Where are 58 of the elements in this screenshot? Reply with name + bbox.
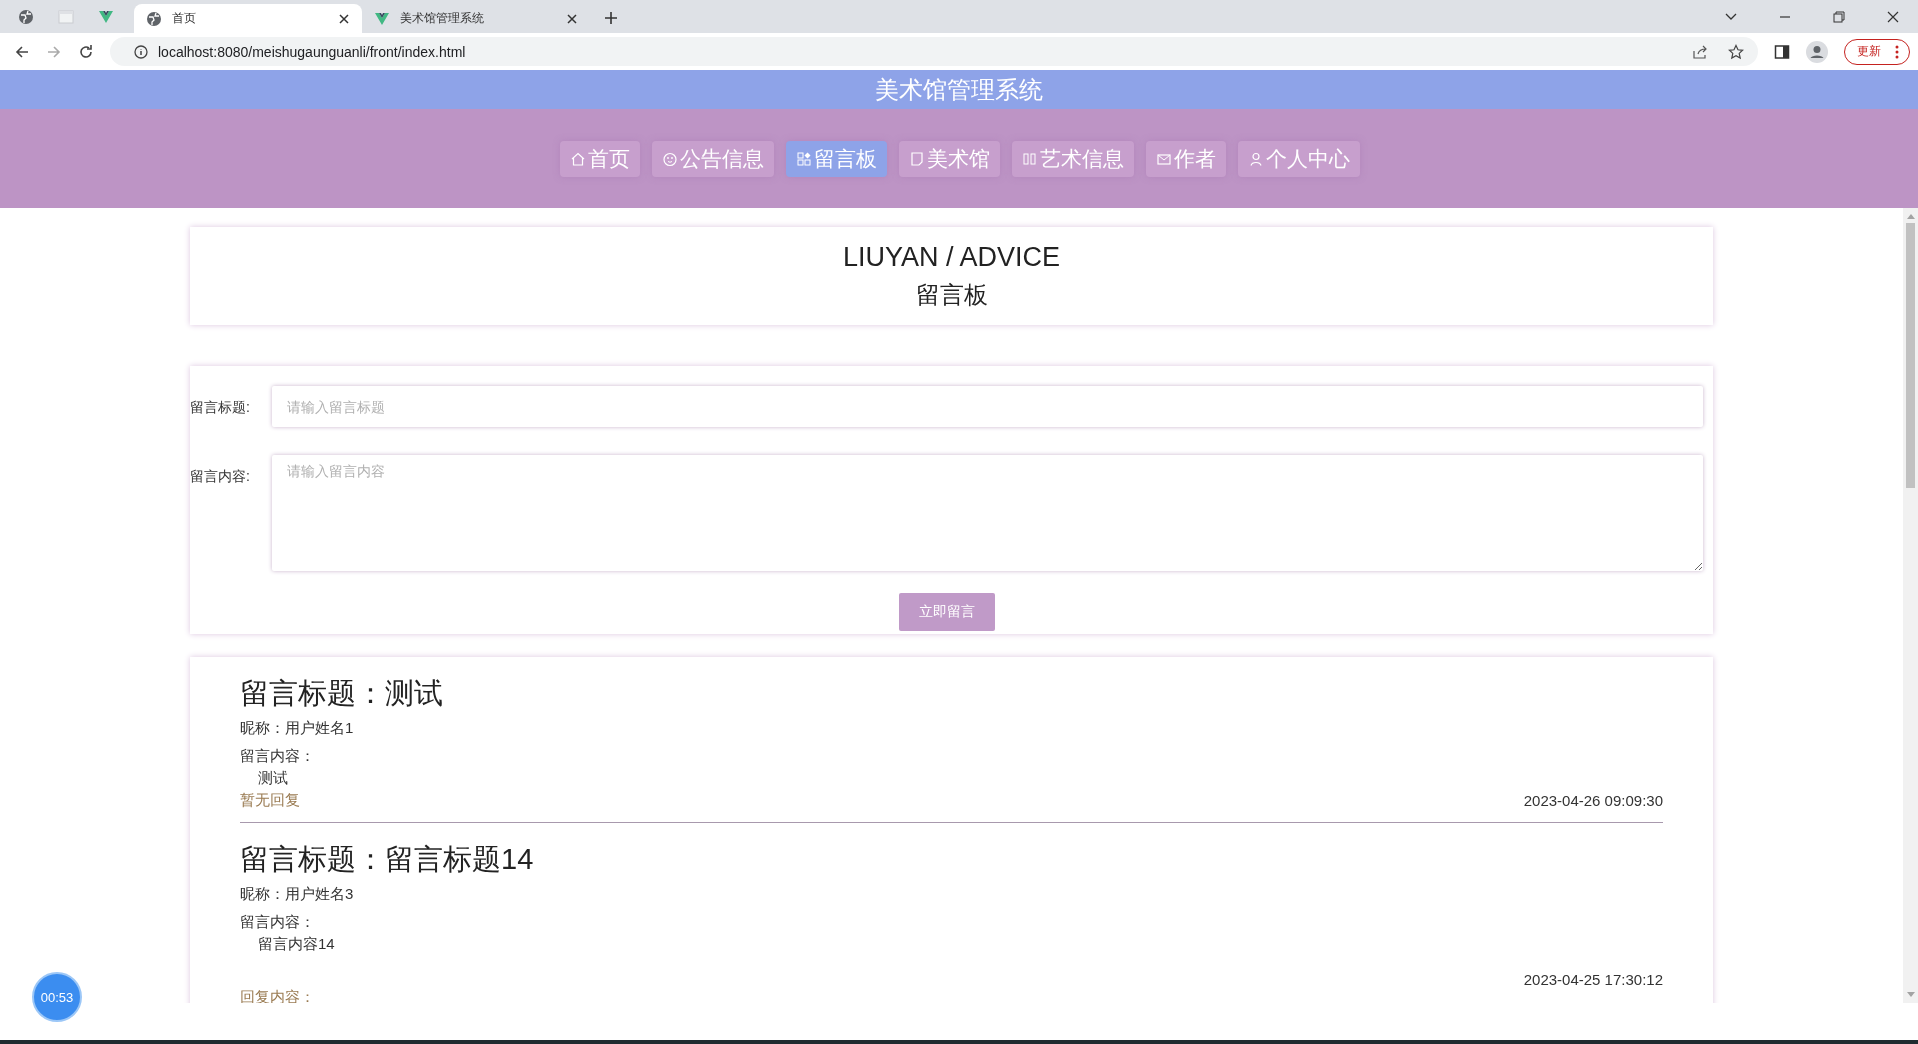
nav-item[interactable]: 美术馆 (899, 140, 1000, 177)
back-arrow-icon[interactable] (14, 43, 30, 60)
grid-icon (796, 150, 812, 167)
share-icon[interactable] (1692, 43, 1708, 60)
new-tab-icon[interactable] (604, 11, 618, 25)
nav-item[interactable]: 公告信息 (652, 140, 774, 177)
message-content: 留言内容14 (258, 934, 336, 954)
v-logo-icon[interactable] (98, 8, 114, 25)
more-vertical-icon[interactable] (1895, 44, 1899, 59)
columns-icon (1022, 150, 1038, 167)
message-date: 2023-04-25 17:30:12 (1523, 971, 1663, 988)
close-icon[interactable] (1886, 9, 1900, 24)
content-textarea[interactable]: 请输入留言内容 (272, 455, 1703, 571)
close-icon[interactable] (566, 12, 578, 25)
recorder-timer: 00:53 (32, 972, 82, 1022)
v-logo-icon[interactable] (374, 10, 390, 27)
reload-icon[interactable] (78, 43, 94, 60)
nickname: 昵称：用户姓名3 (240, 884, 355, 904)
page-icon (909, 150, 925, 167)
site-title: 美术馆管理系统 (875, 74, 1043, 105)
profile-icon[interactable] (1806, 40, 1828, 63)
address-bar[interactable]: localhost:8080/meishugaunguanli/front/index.html (110, 37, 1758, 66)
restore-icon[interactable] (1832, 9, 1846, 24)
heading-subtitle: 留言板 (915, 279, 988, 310)
content-label: 留言内容： (240, 912, 316, 932)
globe-icon[interactable] (146, 10, 162, 27)
smiley-icon (662, 150, 678, 167)
field-label: 留言标题: (190, 398, 251, 417)
close-icon[interactable] (338, 12, 350, 25)
title-input[interactable]: 请输入留言标题 (272, 386, 1703, 427)
content-label: 留言内容： (240, 746, 316, 766)
field-label: 留言内容: (190, 467, 251, 486)
nav-item[interactable]: 个人中心 (1238, 140, 1360, 177)
heading-title: LIUYAN / ADVICE (842, 241, 1061, 273)
browser-tab[interactable]: 美术馆管理系统 (362, 4, 590, 33)
message-date: 2023-04-26 09:09:30 (1523, 792, 1663, 809)
nav-item[interactable]: 首页 (560, 140, 640, 177)
tab-title: 首页 (172, 10, 197, 27)
nav-item[interactable]: 留言板 (786, 140, 887, 177)
side-panel-icon[interactable] (1774, 43, 1790, 60)
url-text: localhost:8080/meishugaunguanli/front/index.html (158, 43, 466, 60)
submit-button[interactable]: 立即留言 (898, 593, 995, 631)
info-icon[interactable] (134, 44, 148, 59)
no-reply-text: 暂无回复 (240, 791, 300, 810)
message-title: 留言标题：测试 (240, 676, 444, 711)
message-title: 留言标题：留言标题14 (240, 842, 535, 877)
home-icon (570, 150, 586, 167)
person-icon (1248, 150, 1264, 167)
nav-item[interactable]: 作者 (1146, 140, 1226, 177)
nickname: 昵称：用户姓名1 (240, 718, 355, 738)
scrollbar[interactable] (1903, 208, 1918, 1003)
globe-icon[interactable] (18, 8, 34, 25)
update-button[interactable]: 更新 (1844, 38, 1910, 65)
tab-title: 美术馆管理系统 (400, 10, 485, 27)
message-content: 测试 (258, 768, 289, 788)
nav-item[interactable]: 艺术信息 (1012, 140, 1134, 177)
star-icon[interactable] (1728, 43, 1744, 60)
browser-tab[interactable]: 首页 (134, 4, 362, 33)
